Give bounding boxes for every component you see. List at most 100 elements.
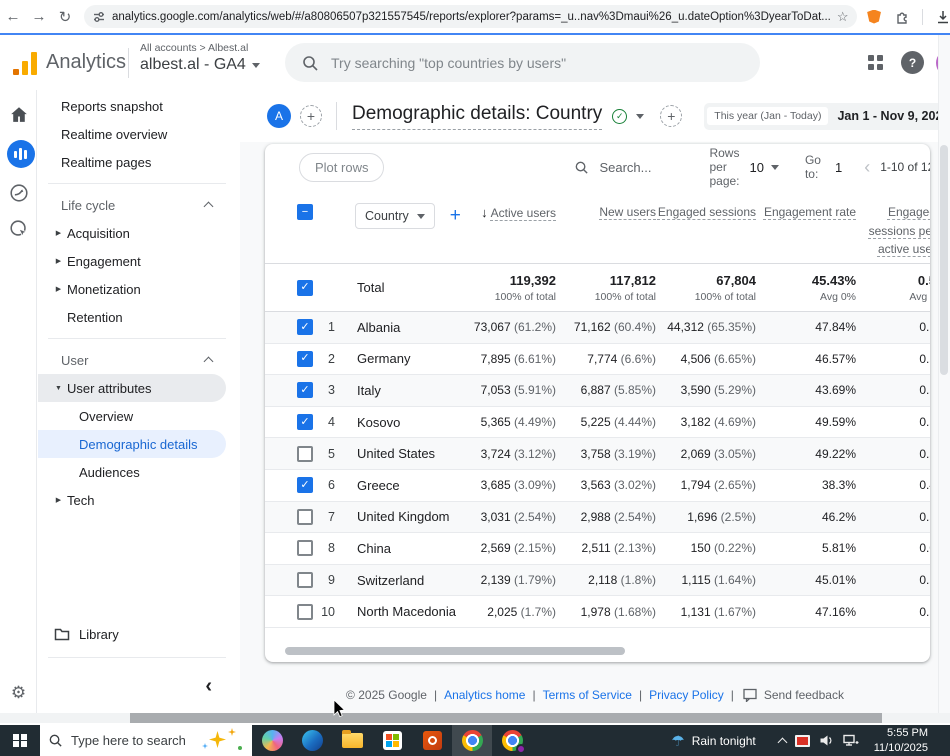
column-header-engaged-sessions-per-active-user[interactable]: Engaged sessions per active user — [856, 203, 930, 259]
terms-link[interactable]: Terms of Service — [543, 688, 632, 702]
add-comparison-button[interactable]: + — [300, 105, 322, 127]
collapse-sidebar-icon[interactable]: ‹ — [205, 675, 212, 698]
sidebar-item-monetization[interactable]: ▶ Monetization — [38, 275, 240, 303]
table-search-input[interactable] — [599, 159, 710, 175]
metric-value: 0.5 — [919, 415, 930, 430]
cell-new-users: 3,563 (3.02%) — [556, 478, 656, 492]
row-checkbox[interactable] — [297, 508, 313, 525]
start-button[interactable] — [0, 725, 40, 756]
sidebar-item-acquisition[interactable]: ▶ Acquisition — [38, 219, 240, 247]
column-header-engaged-sessions[interactable]: Engaged sessions — [656, 203, 756, 222]
sidebar-item-tech[interactable]: ▶ Tech — [38, 486, 240, 514]
add-dimension-button[interactable]: + — [450, 205, 461, 227]
global-search-bar[interactable] — [285, 43, 760, 82]
extensions-puzzle-icon[interactable] — [894, 9, 910, 25]
row-checkbox[interactable] — [297, 603, 313, 620]
microsoft-store-icon[interactable] — [372, 725, 412, 756]
row-checkbox[interactable]: ✓ — [297, 382, 313, 399]
date-range-picker[interactable]: This year (Jan - Today) Jan 1 - Nov 9, 2… — [704, 102, 950, 130]
column-header-active-users[interactable]: ↓ Active users — [461, 203, 556, 223]
download-icon[interactable] — [935, 9, 950, 25]
chrome-icon-active[interactable] — [452, 725, 492, 756]
file-explorer-icon[interactable] — [332, 725, 372, 756]
taskbar-search[interactable] — [40, 725, 252, 756]
office-app-icon[interactable] — [412, 725, 452, 756]
sidebar-item-realtime-overview[interactable]: Realtime overview — [38, 120, 240, 148]
metric-value: 0.5 — [919, 383, 930, 398]
row-checkbox[interactable]: ✓ — [297, 414, 313, 431]
rows-per-page-value[interactable]: 10 — [749, 160, 763, 175]
sidebar-item-retention[interactable]: Retention — [38, 303, 240, 331]
metric-value: 0.4 — [919, 478, 930, 493]
sidebar-item-audiences[interactable]: Audiences — [38, 458, 240, 486]
explore-icon[interactable] — [0, 182, 37, 204]
site-info-icon[interactable] — [92, 10, 106, 24]
chevron-down-icon[interactable] — [770, 164, 779, 170]
advertising-icon[interactable] — [0, 218, 37, 240]
section-label: Life cycle — [61, 197, 116, 213]
metamask-extension-icon[interactable] — [867, 9, 881, 24]
chrome-profile-icon[interactable] — [492, 725, 532, 756]
customize-report-button[interactable]: + — [660, 105, 683, 127]
reports-icon[interactable] — [0, 140, 37, 168]
plot-rows-button[interactable]: Plot rows — [299, 152, 385, 182]
goto-page-input[interactable]: 1 — [835, 160, 842, 175]
row-checkbox[interactable]: ✓ — [297, 477, 313, 494]
report-avatar[interactable]: A — [267, 104, 291, 128]
row-checkbox[interactable] — [297, 572, 313, 589]
sidebar-item-engagement[interactable]: ▶ Engagement — [38, 247, 240, 275]
forward-icon[interactable]: → — [26, 8, 52, 25]
weather-text: Rain tonight — [691, 733, 756, 748]
scrollbar-thumb[interactable] — [130, 713, 882, 723]
select-all-checkbox[interactable]: − — [297, 204, 313, 220]
sidebar-item-user-attributes[interactable]: ▼ User attributes — [38, 374, 226, 402]
edge-icon[interactable] — [292, 725, 332, 756]
sidebar-item-overview[interactable]: Overview — [38, 402, 240, 430]
metric-value: 47.16% — [815, 604, 856, 619]
weather-widget[interactable]: ☂ Rain tonight — [671, 732, 756, 750]
sidebar-item-demographic-details[interactable]: Demographic details — [38, 430, 226, 458]
row-checkbox[interactable]: ✓ — [297, 319, 313, 336]
bookmark-star-icon[interactable]: ☆ — [837, 9, 849, 25]
account-switcher[interactable]: All accounts > Albest.al albest.al - GA4 — [140, 42, 260, 74]
column-header-new-users[interactable]: New users — [556, 203, 656, 222]
row-checkbox[interactable] — [297, 540, 313, 557]
scrollbar-thumb[interactable] — [940, 145, 948, 375]
table-search[interactable] — [574, 159, 710, 175]
chevron-down-icon[interactable] — [636, 113, 645, 119]
window-horizontal-scrollbar[interactable] — [0, 713, 950, 723]
row-checkbox[interactable]: ✓ — [297, 350, 313, 367]
reload-icon[interactable]: ↻ — [52, 8, 78, 26]
clock-widget[interactable]: 5:55 PM 11/10/2025 — [874, 726, 928, 755]
copilot-app-icon[interactable] — [252, 725, 292, 756]
report-title[interactable]: Demographic details: Country — [352, 103, 603, 130]
taskbar-search-input[interactable] — [71, 733, 191, 748]
privacy-link[interactable]: Privacy Policy — [649, 688, 724, 702]
send-feedback-link[interactable]: Send feedback — [764, 688, 844, 702]
column-header-engagement-rate[interactable]: Engagement rate — [756, 203, 856, 222]
prev-page-icon[interactable]: ‹ — [864, 157, 870, 178]
sidebar-item-library[interactable]: Library — [38, 619, 240, 649]
row-checkbox[interactable] — [297, 445, 313, 462]
metric-value: 0.5 — [919, 351, 930, 366]
admin-gear-icon[interactable]: ⚙ — [0, 683, 37, 703]
window-vertical-scrollbar[interactable] — [938, 35, 950, 713]
global-search-input[interactable] — [331, 54, 711, 71]
dimension-select[interactable]: Country — [355, 203, 435, 229]
tray-expand-icon[interactable] — [777, 737, 788, 747]
screen-share-tray-icon[interactable] — [794, 734, 810, 747]
network-icon[interactable] — [843, 734, 859, 747]
row-checkbox[interactable]: ✓ — [297, 279, 313, 296]
sidebar-item-realtime-pages[interactable]: Realtime pages — [38, 148, 240, 176]
sidebar-item-reports-snapshot[interactable]: Reports snapshot — [38, 92, 240, 120]
analytics-home-link[interactable]: Analytics home — [444, 688, 525, 702]
sidebar-section-life-cycle[interactable]: Life cycle — [38, 191, 240, 219]
speaker-icon[interactable] — [819, 734, 834, 747]
sidebar-section-user[interactable]: User — [38, 346, 240, 374]
table-horizontal-scrollbar[interactable] — [285, 647, 625, 655]
help-button[interactable]: ? — [901, 51, 924, 74]
apps-grid-icon[interactable] — [868, 55, 883, 70]
back-icon[interactable]: ← — [0, 8, 26, 25]
address-bar[interactable]: analytics.google.com/analytics/web/#/a80… — [84, 5, 857, 28]
home-icon[interactable] — [0, 104, 37, 126]
